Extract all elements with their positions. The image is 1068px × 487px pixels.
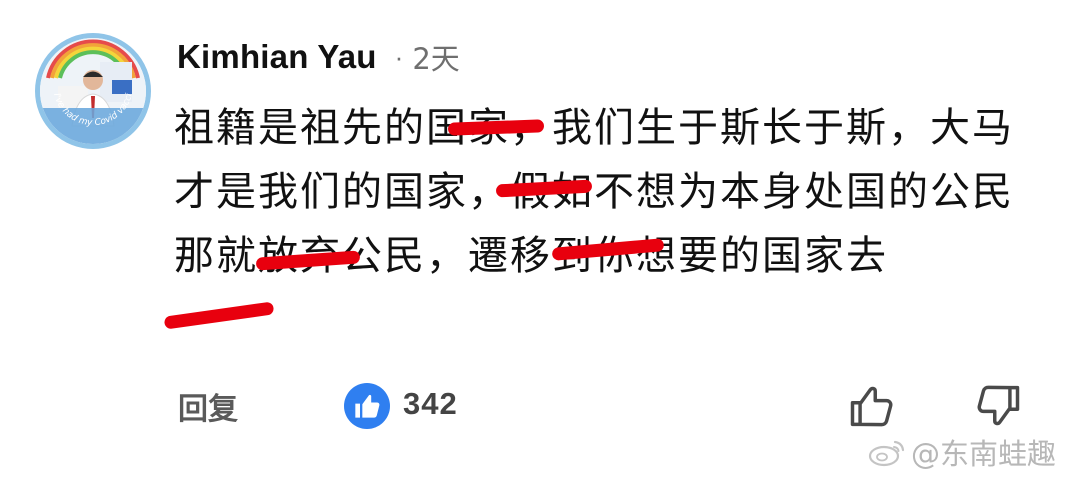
- comment-header: Kimhian Yau · 2天: [177, 34, 460, 80]
- comment-text: 祖籍是祖先的国家，我们生于斯长于斯，大马才是我们的国家，假如不想为本身处国的公民…: [174, 105, 1014, 279]
- thumbs-up-icon: [355, 394, 380, 418]
- redaction-scribble: [163, 301, 275, 330]
- thumbs-up-outline-icon: [850, 386, 893, 427]
- avatar-image: I've had my Covid vaccine: [40, 38, 146, 144]
- separator-dot: ·: [394, 41, 404, 72]
- comment-actions: 回复 342: [0, 380, 1068, 436]
- weibo-logo-icon: [868, 440, 905, 467]
- like-button[interactable]: [846, 380, 898, 432]
- comment-timestamp: 2天: [412, 42, 460, 76]
- like-count: 342: [403, 386, 458, 421]
- author-name[interactable]: Kimhian Yau: [177, 38, 377, 76]
- like-count-badge: [344, 383, 390, 429]
- watermark-text: @东南蛙趣: [910, 437, 1056, 471]
- comment-card: I've had my Covid vaccine Kimhian Yau · …: [0, 0, 1068, 487]
- watermark: @东南蛙趣: [867, 431, 1056, 473]
- avatar[interactable]: I've had my Covid vaccine: [35, 33, 151, 149]
- reply-button[interactable]: 回复: [178, 384, 238, 428]
- dislike-button[interactable]: [972, 380, 1024, 432]
- thumbs-down-outline-icon: [977, 385, 1020, 426]
